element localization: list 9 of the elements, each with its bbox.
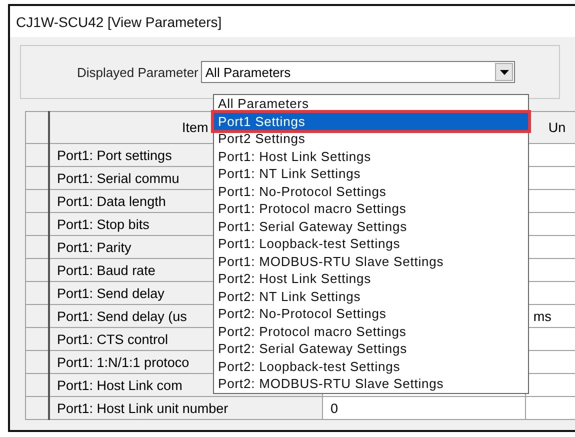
table-cell: Port1: Host Link unit number — [49, 396, 323, 420]
dropdown-option[interactable]: All Parameters — [214, 95, 528, 112]
table-cell: 0 — [322, 396, 526, 420]
field-label: Displayed Parameter — [77, 64, 198, 80]
window-title: CJ1W-SCU42 [View Parameters] — [16, 14, 222, 30]
dropdown-button[interactable] — [495, 63, 514, 81]
parameter-dropdown[interactable]: All Parameters — [201, 61, 516, 83]
dropdown-option[interactable]: Port1 Settings — [214, 112, 528, 130]
caret-icon — [500, 70, 509, 74]
